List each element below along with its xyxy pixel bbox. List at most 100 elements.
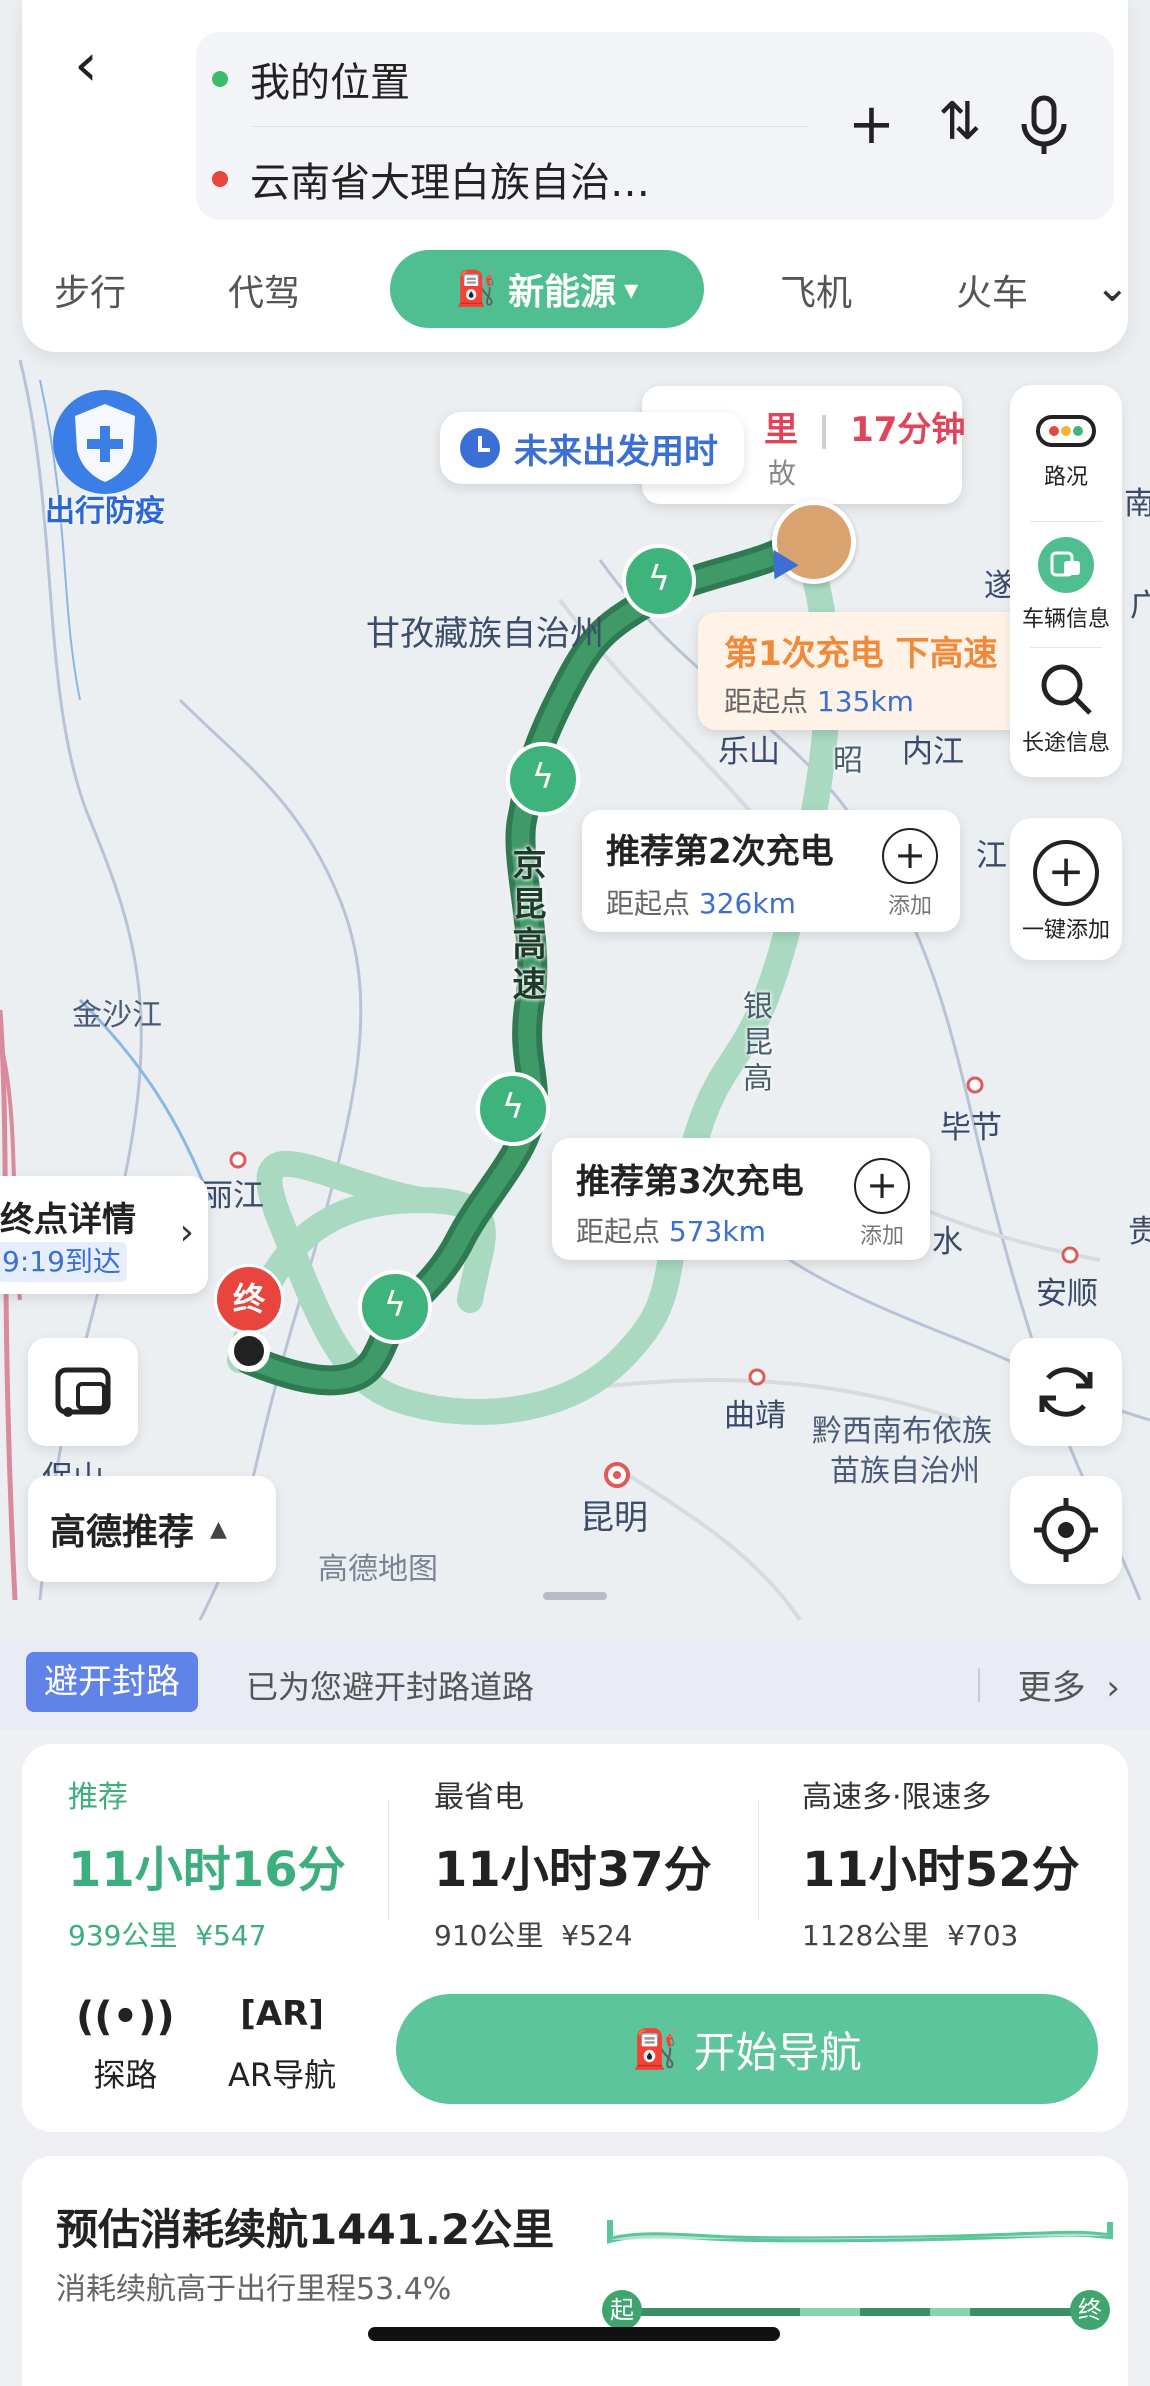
map-label-qujing: 曲靖 (724, 1398, 786, 1434)
ev-car-icon: ⛽ (632, 2026, 680, 2071)
home-indicator[interactable] (368, 2327, 780, 2341)
range-start-marker: 起 (602, 2290, 642, 2330)
end-detail-title: 终点详情 (0, 1200, 136, 1240)
destination-dot-icon (212, 171, 228, 187)
map-label-ganzi: 甘孜藏族自治州 (366, 614, 604, 654)
plus-icon: + (882, 828, 938, 884)
plan-option-recommended[interactable]: 推荐 11小时16分 939公里 ¥547 (68, 1772, 398, 1954)
map-label-jinsha: 金沙江 (72, 998, 162, 1033)
end-detail-bubble[interactable]: 终点详情 9:19到达 › (0, 1176, 208, 1294)
start-navigation-button[interactable]: ⛽ 开始导航 (396, 1994, 1098, 2104)
charge-2-title: 推荐第2次充电 (606, 832, 834, 872)
charge-2-bubble[interactable]: 推荐第2次充电 距起点 326km + 添加 (582, 810, 960, 932)
ar-navigation-button[interactable]: [AR] AR导航 (228, 1994, 336, 2096)
map-label-qianxinan: 黔西南布依族 (812, 1414, 992, 1449)
charge-pin-2-icon[interactable]: ϟ (506, 742, 580, 816)
map-tools-rail: 路况 车辆信息 长途信息 (1010, 385, 1122, 777)
traffic-light-icon (1036, 415, 1096, 447)
origin-text: 我的位置 (250, 60, 410, 106)
refresh-icon (1039, 1367, 1093, 1417)
shield-icon (53, 390, 157, 494)
route-plans-card: 推荐 11小时16分 939公里 ¥547 最省电 11小时37分 910公里 … (22, 1744, 1128, 2132)
end-point-icon (228, 1330, 270, 1372)
charge-pin-1-icon[interactable]: ϟ (622, 544, 696, 618)
refresh-button[interactable] (1010, 1338, 1122, 1446)
map-label-qianxinan-2: 苗族自治州 (830, 1454, 980, 1489)
chevron-right-icon: › (179, 1212, 194, 1253)
map-label-nan: 南 (1124, 486, 1150, 522)
tab-train[interactable]: 火车 (956, 264, 1028, 316)
plan-label: 高速多·限速多 (802, 1780, 992, 1815)
end-marker[interactable]: 终 (214, 1264, 284, 1334)
charge-2-add-button[interactable]: + 添加 (882, 828, 938, 920)
explore-road-button[interactable]: ((•)) 探路 (76, 1994, 175, 2096)
range-end-marker: 终 (1070, 2290, 1110, 2330)
plan-time: 11小时16分 (68, 1842, 346, 1898)
charge-3-dist-label: 距起点 (576, 1215, 661, 1248)
destination-text: 云南省大理白族自治… (250, 160, 650, 206)
swap-button[interactable]: ⇅ (938, 92, 982, 152)
road-label-yinkun: 银昆高 (737, 990, 772, 1098)
eta-left: 里 (764, 410, 798, 450)
ar-label: AR导航 (228, 2056, 337, 2094)
map-label-shui: 水 (932, 1224, 963, 1260)
map-label-lijiang: 丽江 (202, 1178, 264, 1214)
origin-dot-icon (212, 71, 228, 87)
tab-designated-driver[interactable]: 代驾 (228, 264, 300, 316)
charge-2-dist-value: 326km (698, 887, 796, 920)
route-input-box: 我的位置 云南省大理白族自治… + ⇅ (196, 32, 1114, 220)
locate-icon (1034, 1498, 1098, 1562)
one-click-add-button[interactable]: + 一键添加 (1010, 818, 1122, 960)
map-label-jiang: 江 (976, 838, 1007, 874)
map-attribution: 高德地图 (318, 1552, 438, 1587)
add-waypoint-button[interactable]: + (848, 92, 895, 157)
tab-new-energy[interactable]: ⛽ 新能源 ▾ (390, 250, 704, 328)
map-label-gui: 贵 (1128, 1214, 1150, 1250)
tab-new-energy-label: 新能源 (508, 272, 617, 313)
charge-1-title: 第1次充电 下高速 (724, 634, 998, 674)
chevron-down-icon[interactable]: ⌄ (1095, 262, 1130, 311)
route-preference-dropdown[interactable]: 高德推荐 ▲ (28, 1476, 276, 1582)
back-button[interactable]: ‹ (74, 30, 134, 100)
more-label: 更多 (1017, 1668, 1086, 1708)
clock-icon (460, 428, 500, 468)
vehicle-info-button[interactable]: 车辆信息 (1010, 535, 1122, 633)
locate-button[interactable] (1010, 1476, 1122, 1584)
long-trip-info-button[interactable]: 长途信息 (1010, 659, 1122, 757)
epidemic-badge[interactable]: 出行防疫 (30, 386, 180, 530)
plan-distance: 939公里 (68, 1919, 178, 1952)
plus-icon: + (854, 1158, 910, 1214)
voice-input-button[interactable] (1016, 94, 1072, 171)
epidemic-label: 出行防疫 (45, 494, 165, 529)
charge-3-add-button[interactable]: + 添加 (854, 1158, 910, 1250)
avoid-closure-bar[interactable]: 避开封路 已为您避开封路道路 更多 › (0, 1640, 1150, 1730)
eta-sub: 故 (768, 457, 797, 490)
map-label-anshun: 安顺 (1036, 1276, 1098, 1312)
plan-option-energy-saving[interactable]: 最省电 11小时37分 910公里 ¥524 (434, 1772, 764, 1954)
range-estimate-card[interactable]: 预估消耗续航1441.2公里 消耗续航高于出行里程53.4% 起 终 (22, 2156, 1128, 2386)
plus-circle-icon: + (1033, 840, 1099, 906)
range-title: 预估消耗续航1441.2公里 (56, 2205, 555, 2254)
plan-time: 11小时37分 (434, 1842, 712, 1898)
tab-walk[interactable]: 步行 (54, 264, 126, 316)
eta-time: 17分钟 (850, 410, 966, 450)
tab-flight[interactable]: 飞机 (780, 264, 852, 316)
plan-cost: ¥547 (195, 1919, 267, 1952)
plan-option-highway[interactable]: 高速多·限速多 11小时52分 1128公里 ¥703 (802, 1772, 1132, 1954)
vehicle-mode-button[interactable] (28, 1338, 138, 1446)
more-button[interactable]: 更多 › (1018, 1660, 1120, 1709)
charge-pin-4-icon[interactable]: ϟ (358, 1270, 432, 1344)
origin-field[interactable]: 我的位置 (212, 50, 410, 108)
caret-down-icon: ▾ (624, 272, 639, 306)
plan-time: 11小时52分 (802, 1842, 1080, 1898)
range-profile-chart (607, 2220, 1113, 2316)
route-header-card: ‹ 我的位置 云南省大理白族自治… + ⇅ 步行 代驾 ⛽ 新能源 ▾ 飞机 火… (22, 0, 1130, 352)
traffic-button[interactable]: 路况 (1010, 409, 1122, 491)
mic-icon (1021, 95, 1067, 154)
charge-3-bubble[interactable]: 推荐第3次充电 距起点 573km + 添加 (552, 1138, 930, 1260)
charge-2-add-label: 添加 (887, 894, 932, 919)
destination-field[interactable]: 云南省大理白族自治… (212, 150, 650, 208)
future-departure-button[interactable]: 未来出发用时 (440, 412, 744, 484)
charge-pin-3-icon[interactable]: ϟ (476, 1072, 550, 1146)
charge-1-bubble[interactable]: 第1次充电 下高速 距起点 135km (698, 612, 1028, 730)
